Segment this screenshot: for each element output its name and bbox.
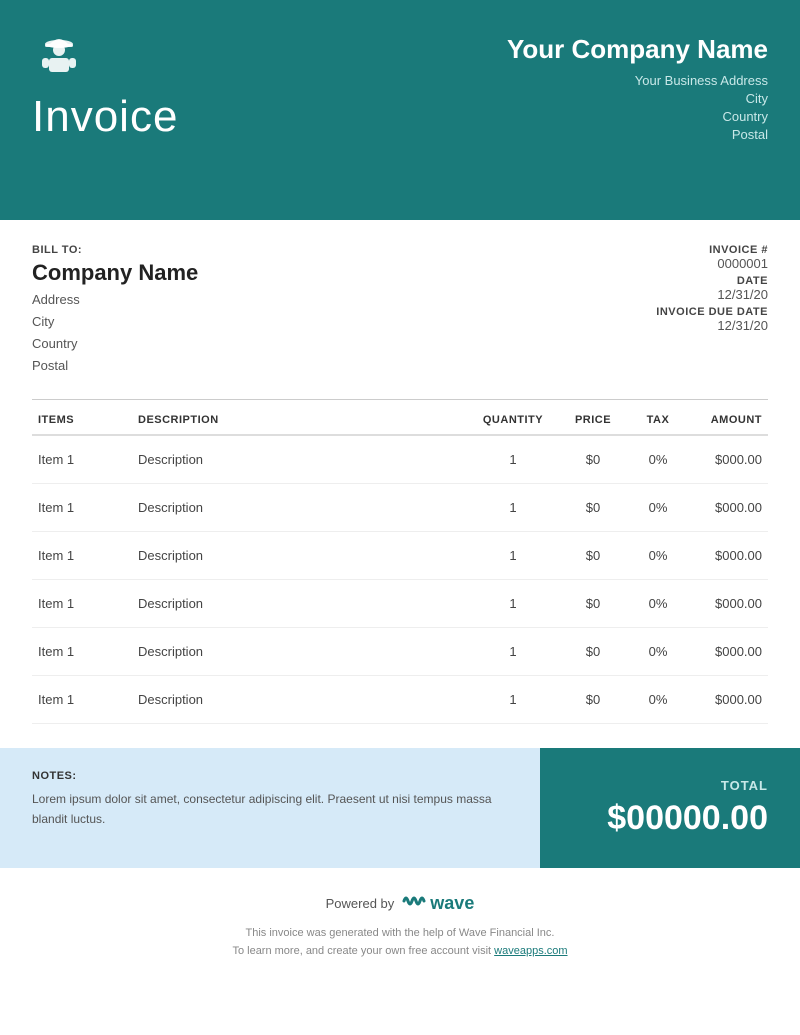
item-price-2: $0 (558, 532, 628, 580)
date-value: 12/31/20 (656, 287, 768, 302)
powered-disclaimer: This invoice was generated with the help… (32, 925, 768, 960)
invoice-number-label: INVOICE # (656, 244, 768, 256)
item-amount-1: $000.00 (688, 484, 768, 532)
item-desc-2: Description (132, 532, 468, 580)
col-quantity: QUANTITY (468, 400, 558, 435)
item-tax-2: 0% (628, 532, 688, 580)
col-items: ITEMS (32, 400, 132, 435)
invoice-title: Invoice (32, 92, 178, 142)
table-body: Item 1 Description 1 $0 0% $000.00 Item … (32, 435, 768, 724)
header-right: Your Company Name Your Business Address … (507, 28, 768, 145)
invoice-header: Invoice Your Company Name Your Business … (0, 0, 800, 220)
bill-section: BILL TO: Company Name Address City Count… (0, 220, 800, 387)
item-desc-0: Description (132, 435, 468, 484)
total-block: TOTAL $00000.00 (540, 748, 800, 868)
notes-label: NOTES: (32, 770, 516, 782)
item-amount-0: $000.00 (688, 435, 768, 484)
powered-by-text: Powered by (326, 896, 395, 911)
header-city: City (507, 91, 768, 106)
header-postal: Postal (507, 127, 768, 142)
item-qty-2: 1 (468, 532, 558, 580)
bill-to-label: BILL TO: (32, 244, 198, 256)
item-amount-2: $000.00 (688, 532, 768, 580)
item-desc-3: Description (132, 580, 468, 628)
notes-block: NOTES: Lorem ipsum dolor sit amet, conse… (0, 748, 540, 868)
item-qty-5: 1 (468, 676, 558, 724)
invoice-number-value: 0000001 (656, 256, 768, 271)
table-row: Item 1 Description 1 $0 0% $000.00 (32, 484, 768, 532)
item-price-5: $0 (558, 676, 628, 724)
due-date-value: 12/31/20 (656, 318, 768, 333)
wave-text: wave (430, 893, 474, 914)
item-qty-1: 1 (468, 484, 558, 532)
item-price-3: $0 (558, 580, 628, 628)
date-label: DATE (656, 275, 768, 287)
wave-logo: wave (402, 892, 474, 915)
item-name-5: Item 1 (32, 676, 132, 724)
item-qty-4: 1 (468, 628, 558, 676)
item-price-4: $0 (558, 628, 628, 676)
due-date-label: INVOICE DUE DATE (656, 306, 768, 318)
table-row: Item 1 Description 1 $0 0% $000.00 (32, 628, 768, 676)
table-row: Item 1 Description 1 $0 0% $000.00 (32, 532, 768, 580)
bill-to-block: BILL TO: Company Name Address City Count… (32, 244, 198, 377)
invoice-meta: INVOICE # 0000001 DATE 12/31/20 INVOICE … (656, 244, 768, 337)
item-name-4: Item 1 (32, 628, 132, 676)
item-name-1: Item 1 (32, 484, 132, 532)
bill-address: Address (32, 289, 198, 311)
item-tax-5: 0% (628, 676, 688, 724)
header-address: Your Business Address (507, 73, 768, 88)
header-country: Country (507, 109, 768, 124)
item-qty-0: 1 (468, 435, 558, 484)
due-date-row: INVOICE DUE DATE 12/31/20 (656, 306, 768, 333)
col-tax: TAX (628, 400, 688, 435)
col-price: PRICE (558, 400, 628, 435)
worker-icon (32, 28, 86, 82)
table-header: ITEMS DESCRIPTION QUANTITY PRICE TAX AMO… (32, 400, 768, 435)
bill-company-name: Company Name (32, 260, 198, 286)
item-price-1: $0 (558, 484, 628, 532)
item-name-0: Item 1 (32, 435, 132, 484)
item-desc-5: Description (132, 676, 468, 724)
total-label: TOTAL (721, 778, 768, 793)
wave-wave-icon (402, 892, 426, 915)
header-company-name: Your Company Name (507, 34, 768, 65)
item-tax-0: 0% (628, 435, 688, 484)
bill-city: City (32, 311, 198, 333)
total-amount: $00000.00 (607, 799, 768, 838)
disclaimer-line2: To learn more, and create your own free … (32, 943, 768, 961)
item-name-2: Item 1 (32, 532, 132, 580)
item-amount-5: $000.00 (688, 676, 768, 724)
notes-text: Lorem ipsum dolor sit amet, consectetur … (32, 790, 516, 828)
footer-section: NOTES: Lorem ipsum dolor sit amet, conse… (0, 748, 800, 868)
bill-country: Country (32, 333, 198, 355)
col-amount: AMOUNT (688, 400, 768, 435)
items-table: ITEMS DESCRIPTION QUANTITY PRICE TAX AMO… (32, 400, 768, 724)
header-left: Invoice (32, 28, 178, 142)
table-row: Item 1 Description 1 $0 0% $000.00 (32, 676, 768, 724)
item-tax-4: 0% (628, 628, 688, 676)
table-header-row: ITEMS DESCRIPTION QUANTITY PRICE TAX AMO… (32, 400, 768, 435)
item-desc-1: Description (132, 484, 468, 532)
waveapps-link[interactable]: waveapps.com (494, 945, 567, 957)
col-description: DESCRIPTION (132, 400, 468, 435)
bill-postal: Postal (32, 355, 198, 377)
table-row: Item 1 Description 1 $0 0% $000.00 (32, 580, 768, 628)
disclaimer-line1: This invoice was generated with the help… (32, 925, 768, 943)
invoice-number-row: INVOICE # 0000001 (656, 244, 768, 271)
item-price-0: $0 (558, 435, 628, 484)
item-amount-3: $000.00 (688, 580, 768, 628)
date-row: DATE 12/31/20 (656, 275, 768, 302)
item-amount-4: $000.00 (688, 628, 768, 676)
powered-by-row: Powered by wave (32, 892, 768, 915)
table-row: Item 1 Description 1 $0 0% $000.00 (32, 435, 768, 484)
item-tax-3: 0% (628, 580, 688, 628)
item-desc-4: Description (132, 628, 468, 676)
item-tax-1: 0% (628, 484, 688, 532)
powered-by-section: Powered by wave This invoice was generat… (0, 868, 800, 972)
item-qty-3: 1 (468, 580, 558, 628)
invoice-page: Invoice Your Company Name Your Business … (0, 0, 800, 1035)
item-name-3: Item 1 (32, 580, 132, 628)
